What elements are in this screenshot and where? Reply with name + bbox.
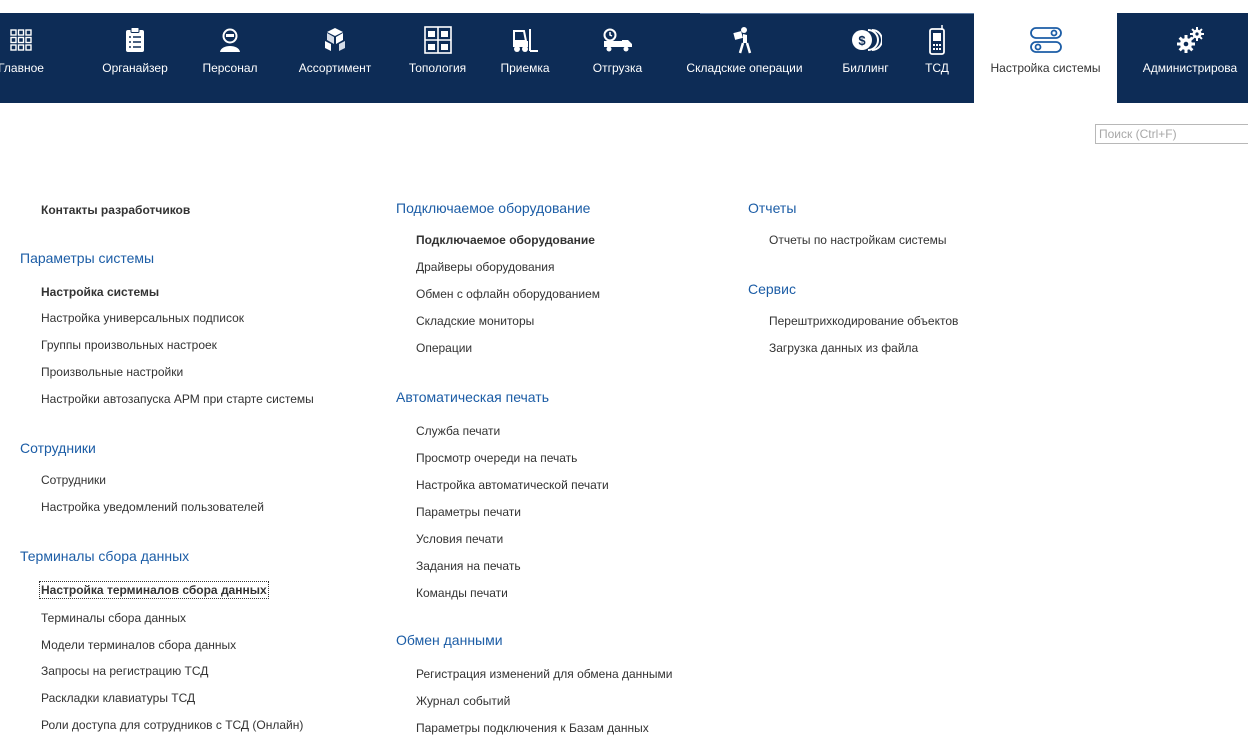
link-terminal-models[interactable]: Модели терминалов сбора данных (41, 638, 236, 652)
link-autostart-settings[interactable]: Настройки автозапуска АРМ при старте сис… (41, 392, 314, 406)
link-custom-setting-groups[interactable]: Группы произвольных настроек (41, 338, 217, 352)
nav-item-billing[interactable]: $ Биллинг (833, 13, 898, 103)
search-input[interactable] (1095, 124, 1248, 144)
truck-icon (603, 25, 633, 55)
svg-text:$: $ (858, 33, 866, 48)
section-title-service: Сервис (748, 281, 796, 297)
section-title-employees: Сотрудники (20, 440, 96, 456)
link-settings-reports[interactable]: Отчеты по настройкам системы (769, 233, 947, 247)
nav-item-receiving[interactable]: Приемка (495, 13, 555, 103)
link-print-queue[interactable]: Просмотр очереди на печать (416, 451, 577, 465)
porter-icon (732, 25, 757, 55)
boxes-icon (323, 25, 347, 55)
link-equipment[interactable]: Подключаемое оборудование (416, 233, 595, 247)
nav-item-organizer[interactable]: Органайзер (95, 13, 175, 103)
link-keyboard-layouts[interactable]: Раскладки клавиатуры ТСД (41, 691, 195, 705)
nav-label: Администрирова (1142, 61, 1238, 75)
coins-icon: $ (850, 25, 882, 55)
link-warehouse-monitors[interactable]: Складские мониторы (416, 314, 534, 328)
nav-item-administration[interactable]: Администрирова (1125, 13, 1248, 103)
nav-label: Приемка (500, 61, 550, 75)
nav-item-staff[interactable]: Персонал (195, 13, 265, 103)
link-print-jobs[interactable]: Задания на печать (416, 559, 521, 573)
link-autoprint-settings[interactable]: Настройка автоматической печати (416, 478, 609, 492)
nav-label: Настройка системы (990, 61, 1101, 75)
nav-label: Персонал (202, 61, 258, 75)
gears-icon (1175, 25, 1205, 55)
nav-label: Главное (0, 61, 44, 75)
link-print-conditions[interactable]: Условия печати (416, 532, 503, 546)
section-title-equipment: Подключаемое оборудование (396, 200, 591, 216)
staff-icon (217, 25, 243, 55)
nav-label: Складские операции (686, 61, 803, 75)
section-title-exchange: Обмен данными (396, 632, 503, 648)
link-operations[interactable]: Операции (416, 341, 472, 355)
link-access-roles[interactable]: Роли доступа для сотрудников с ТСД (Онла… (41, 718, 303, 732)
forklift-icon (511, 25, 539, 55)
link-drivers[interactable]: Драйверы оборудования (416, 260, 555, 274)
section-title-system-params: Параметры системы (20, 250, 155, 266)
link-offline-exchange[interactable]: Обмен с офлайн оборудованием (416, 287, 600, 301)
clipboard-icon (125, 25, 145, 55)
link-terminals[interactable]: Терминалы сбора данных (41, 611, 186, 625)
nav-item-tsd[interactable]: ТСД (918, 13, 956, 103)
link-developer-contacts[interactable]: Контакты разработчиков (41, 203, 190, 217)
nav-label: ТСД (925, 61, 949, 75)
link-custom-settings[interactable]: Произвольные настройки (41, 365, 183, 379)
nav-label: Ассортимент (298, 61, 372, 75)
link-db-connection[interactable]: Параметры подключения к Базам данных (416, 721, 649, 735)
link-event-log[interactable]: Журнал событий (416, 694, 510, 708)
link-print-commands[interactable]: Команды печати (416, 586, 508, 600)
nav-label: Органайзер (102, 61, 168, 75)
link-registration-requests[interactable]: Запросы на регистрацию ТСД (41, 664, 208, 678)
link-terminal-settings[interactable]: Настройка терминалов сбора данных (39, 581, 269, 599)
nav-item-assortment[interactable]: Ассортимент (290, 13, 380, 103)
nav-label: Биллинг (842, 61, 889, 75)
nav-item-system-settings[interactable]: Настройка системы (974, 13, 1117, 103)
section-title-reports: Отчеты (748, 200, 797, 216)
handheld-icon (928, 25, 946, 55)
section-title-autoprint: Автоматическая печать (396, 389, 549, 405)
nav-label: Отгрузка (592, 61, 643, 75)
shelves-icon (423, 25, 452, 55)
link-universal-subscriptions[interactable]: Настройка универсальных подписок (41, 311, 244, 325)
link-employees[interactable]: Сотрудники (41, 473, 106, 487)
section-title-terminals: Терминалы сбора данных (20, 548, 190, 564)
nav-item-main[interactable]: Главное (0, 13, 44, 103)
nav-item-warehouse-ops[interactable]: Складские операции (672, 13, 817, 103)
link-print-params[interactable]: Параметры печати (416, 505, 521, 519)
toggles-icon (1029, 25, 1063, 55)
link-print-service[interactable]: Служба печати (416, 424, 500, 438)
link-rebarcoding[interactable]: Перештрихкодирование объектов (769, 314, 958, 328)
link-system-settings[interactable]: Настройка системы (41, 285, 159, 299)
nav-item-shipping[interactable]: Отгрузка (585, 13, 650, 103)
grid-icon (10, 25, 32, 55)
link-user-notifications[interactable]: Настройка уведомлений пользователей (41, 500, 264, 514)
link-file-import[interactable]: Загрузка данных из файла (769, 341, 918, 355)
nav-label: Топология (408, 61, 467, 75)
link-change-registration[interactable]: Регистрация изменений для обмена данными (416, 667, 672, 681)
nav-item-topology[interactable]: Топология (405, 13, 470, 103)
